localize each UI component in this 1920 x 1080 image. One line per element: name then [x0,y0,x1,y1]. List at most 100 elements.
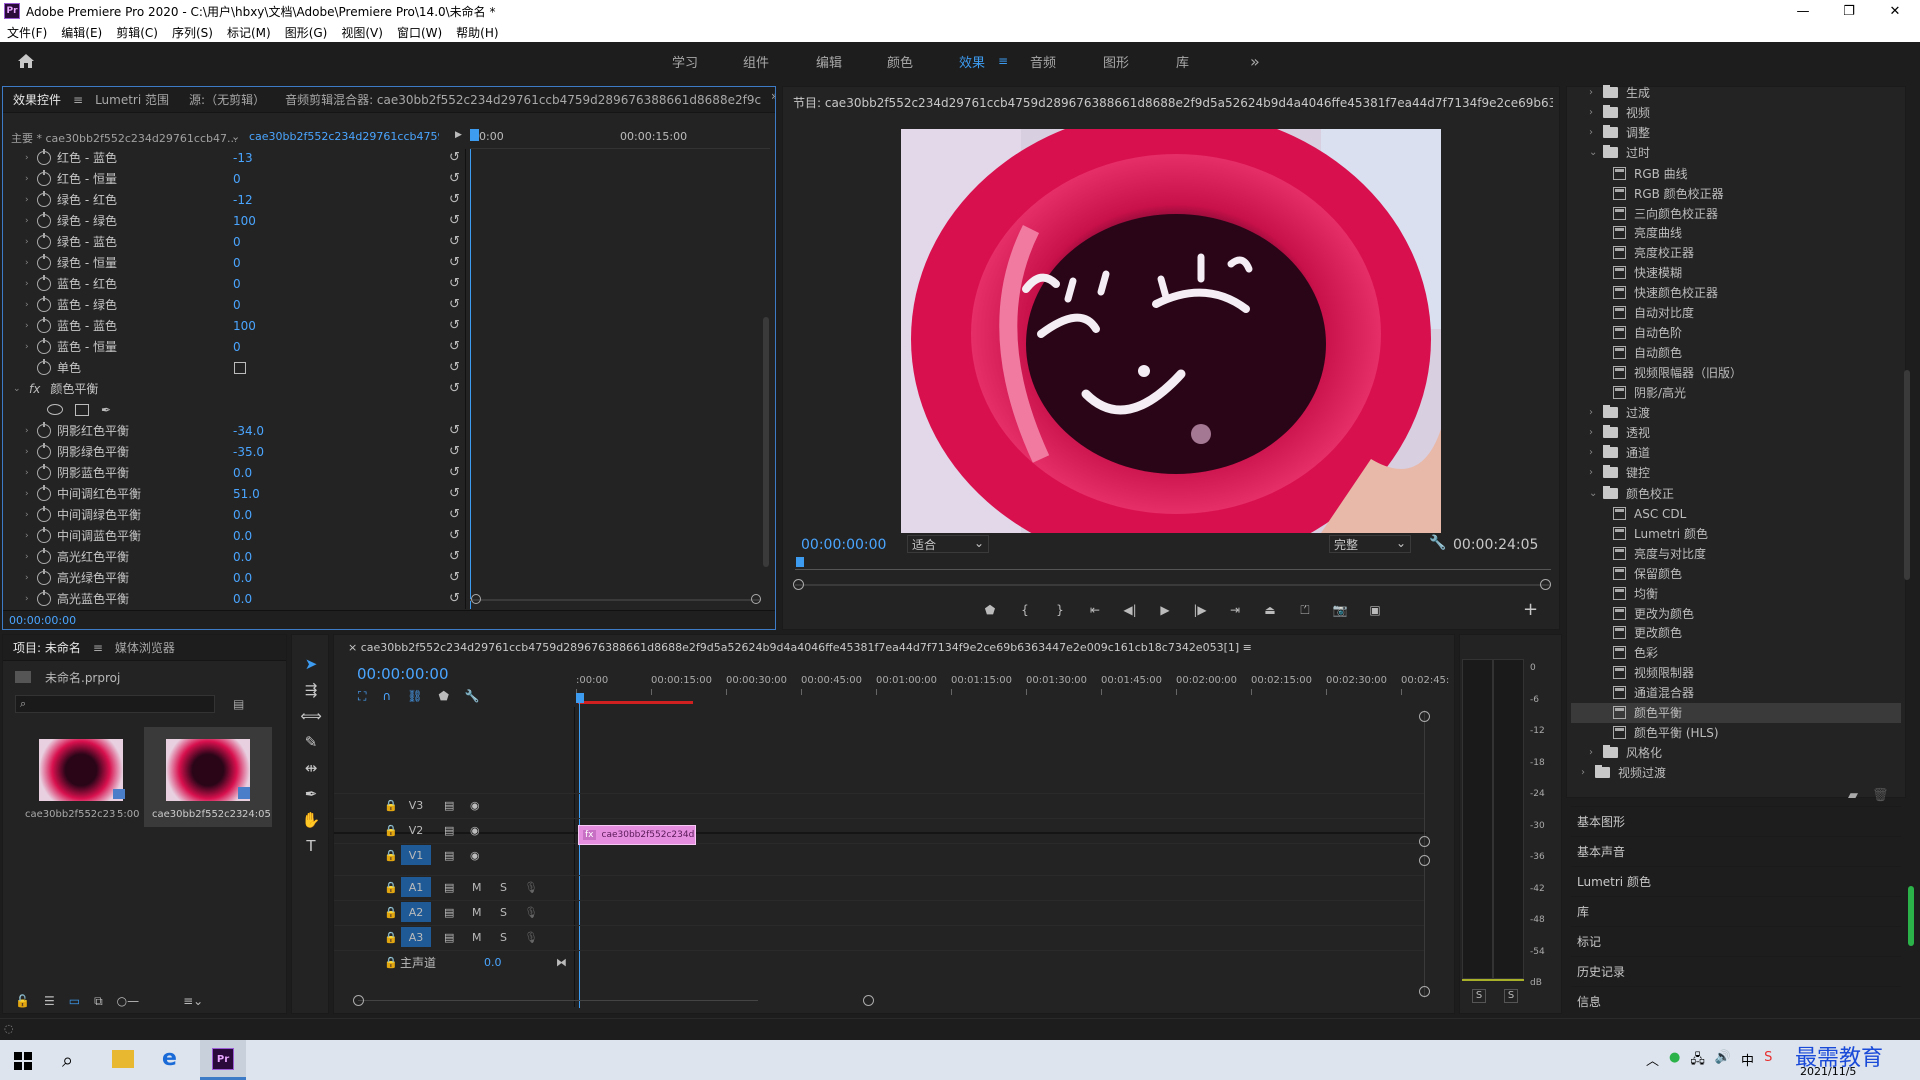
stacked-panel-header[interactable]: 基本声音 [1571,836,1901,866]
track-target-toggle[interactable]: A2 [401,902,431,922]
workspace-learn[interactable]: 学习 [672,42,698,80]
effects-tree-item[interactable]: › 过渡 [1571,402,1901,422]
param-row[interactable]: › 蓝色 - 红色 0 ↺ [3,273,460,294]
effects-tree-item[interactable]: 更改为颜色 [1571,603,1901,623]
param-value[interactable]: 0.0 [233,550,252,564]
more-panels-icon[interactable]: » [761,89,775,103]
new-search-bin-icon[interactable]: ▤ [233,697,244,711]
nest-icon[interactable]: ⛶ [358,689,366,704]
sort-icon[interactable]: ≡⌄ [183,994,203,1008]
effects-tree-item[interactable]: 更改颜色 [1571,623,1901,643]
stacked-panel-header[interactable]: Lumetri 颜色 [1571,866,1901,896]
param-value[interactable]: -34.0 [233,424,264,438]
chevron-right-icon[interactable]: › [25,489,37,499]
ec-scrollbar[interactable] [763,317,769,567]
effects-tree-item[interactable]: 视频限制器 [1571,663,1901,683]
track-target-toggle[interactable]: V3 [401,795,431,815]
solo-right-button[interactable]: S [1504,989,1518,1003]
eye-icon[interactable]: ◉ [470,824,480,837]
program-scrub-bar[interactable] [795,557,1551,577]
clip-label[interactable]: cae30bb2f552c234d29761ccb4759d2... [249,130,439,143]
vscroll-handle-top[interactable] [1419,711,1430,722]
program-zoom-handle-right[interactable] [1540,579,1551,590]
param-row[interactable]: › 中间调蓝色平衡 0.0 ↺ [3,525,460,546]
effects-tree-item[interactable]: 色彩 [1571,643,1901,663]
stopwatch-icon[interactable] [37,316,51,333]
step-back-icon[interactable]: ◀| [1119,599,1141,621]
effects-scrollbar[interactable] [1904,370,1910,580]
go-to-in-icon[interactable]: ⇤ [1084,599,1106,621]
stacked-panel-header[interactable]: 标记 [1571,926,1901,956]
export-frame-icon[interactable]: 📷 [1329,599,1351,621]
chevron-right-icon[interactable]: › [25,426,37,436]
param-row[interactable]: › 阴影红色平衡 -34.0 ↺ [3,420,460,441]
reset-parameter-icon[interactable]: ↺ [449,297,460,312]
stacked-panel-header[interactable]: 历史记录 [1571,956,1901,986]
param-value[interactable]: 100 [233,214,256,228]
reset-parameter-icon[interactable]: ↺ [449,444,460,459]
sync-lock-icon[interactable]: ▤ [444,906,454,919]
lock-icon[interactable]: 🔒 [384,881,398,894]
reset-parameter-icon[interactable]: ↺ [449,486,460,501]
param-value[interactable]: 0.0 [233,529,252,543]
file-explorer-icon[interactable] [112,1050,134,1068]
slip-tool-icon[interactable]: ⇹ [296,756,326,780]
type-tool-icon[interactable]: T [296,834,326,858]
param-row[interactable]: › 蓝色 - 恒量 0 ↺ [3,336,460,357]
project-clip-2[interactable]: cae30bb2f552c23... 24:05 [144,727,272,827]
minimize-icon[interactable]: — [1780,0,1826,22]
param-value[interactable]: 0.0 [233,466,252,480]
reset-parameter-icon[interactable]: ↺ [449,234,460,249]
effects-tree-item[interactable]: 亮度校正器 [1571,243,1901,263]
timeline-zoom-handle-left[interactable] [353,995,364,1006]
chevron-right-icon[interactable]: › [25,342,37,352]
chevron-right-icon[interactable]: › [25,279,37,289]
param-row[interactable]: › 中间调红色平衡 51.0 ↺ [3,483,460,504]
param-row[interactable]: › 红色 - 蓝色 -13 ↺ [3,147,460,168]
ripple-edit-tool-icon[interactable]: ⟺ [296,704,326,728]
solo-button[interactable]: S [500,931,507,944]
step-forward-icon[interactable]: |▶ [1189,599,1211,621]
reset-parameter-icon[interactable]: ↺ [449,213,460,228]
more-workspaces-icon[interactable]: » [1250,42,1260,80]
effects-tree-item[interactable]: › 键控 [1571,463,1901,483]
stopwatch-icon[interactable] [37,589,51,606]
mark-in-icon[interactable]: { [1014,599,1036,621]
program-title[interactable]: 节目: cae30bb2f552c234d29761ccb4759d289676… [793,94,1553,111]
stacked-panel-header[interactable]: 基本图形 [1571,806,1901,836]
master-clip-label[interactable]: 主要 * cae30bb2f552c234d29761ccb47... [11,130,236,146]
param-value[interactable]: 0.0 [233,508,252,522]
stopwatch-icon[interactable] [37,253,51,270]
project-search-input[interactable]: ⌕ [15,695,215,713]
effects-tree-item[interactable]: 亮度曲线 [1571,223,1901,243]
track-target-toggle[interactable]: V2 [401,820,431,840]
master-volume-value[interactable]: 0.0 [484,956,502,969]
stopwatch-icon[interactable] [37,484,51,501]
stacked-panel-header[interactable]: 库 [1571,896,1901,926]
effects-tree-item[interactable]: › 生成 [1571,82,1901,102]
workspace-audio[interactable]: 音频 [1030,42,1056,80]
chevron-right-icon[interactable]: › [25,510,37,520]
param-value[interactable]: 0.0 [233,571,252,585]
workspace-assembly[interactable]: 组件 [743,42,769,80]
reset-parameter-icon[interactable]: ↺ [449,255,460,270]
solo-button[interactable]: S [500,906,507,919]
param-value[interactable]: 0 [233,235,241,249]
chevron-down-icon[interactable]: ⌄ [231,130,240,143]
stacked-panel-header[interactable]: 信息 [1571,986,1901,1016]
chevron-right-icon[interactable]: › [25,594,37,604]
timeline-vscroll-track[interactable] [1424,710,1425,998]
stopwatch-icon[interactable] [37,232,51,249]
track-select-tool-icon[interactable]: ⇶ [296,678,326,702]
workspace-libraries[interactable]: 库 [1176,42,1189,80]
param-row[interactable]: › 红色 - 恒量 0 ↺ [3,168,460,189]
volume-icon[interactable]: 🔊 [1715,1050,1731,1072]
extract-icon[interactable]: ⏍ [1294,599,1316,621]
freeform-view-icon[interactable]: ⧉ [94,994,103,1009]
solo-button[interactable]: S [500,881,507,894]
track-target-toggle[interactable]: V1 [401,845,431,865]
eye-icon[interactable]: ◉ [470,799,480,812]
stopwatch-icon[interactable] [37,568,51,585]
tab-project[interactable]: 项目: 未命名 [3,639,91,656]
chevron-right-icon[interactable]: › [1589,427,1603,438]
